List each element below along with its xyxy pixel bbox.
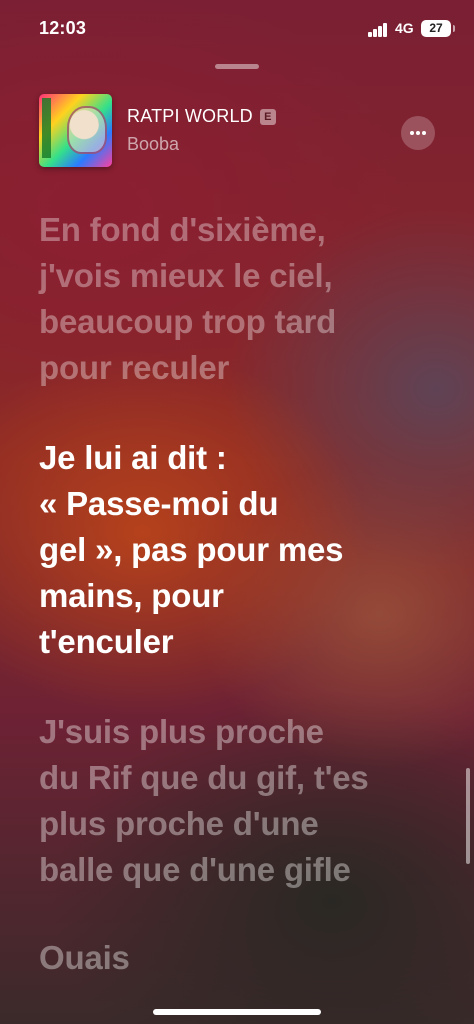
scrollbar[interactable] — [466, 768, 470, 864]
lyric-line-next-2[interactable]: Ouais — [39, 935, 439, 981]
lyric-line-active[interactable]: Je lui ai dit : « Passe-moi du gel », pa… — [39, 435, 439, 665]
lyric-line-next[interactable]: J'suis plus proche du Rif que du gif, t'… — [39, 709, 439, 893]
album-title[interactable]: RATPI WORLD E — [127, 106, 276, 127]
network-type: 4G — [395, 20, 414, 36]
now-playing-header: RATPI WORLD E Booba — [39, 94, 439, 170]
status-bar: 12:03 4G 27 — [0, 0, 474, 56]
album-art-strip — [42, 98, 51, 158]
lyric-line-past[interactable]: En fond d'sixième, j'vois mieux le ciel,… — [39, 207, 439, 391]
ellipsis-icon — [410, 131, 414, 135]
ellipsis-icon-dot — [422, 131, 426, 135]
album-art-skull — [67, 106, 107, 154]
album-artwork[interactable] — [39, 94, 112, 167]
home-indicator[interactable] — [153, 1009, 321, 1015]
ellipsis-icon-dot — [416, 131, 420, 135]
lyrics-view[interactable]: En fond d'sixième, j'vois mieux le ciel,… — [39, 207, 439, 981]
sheet-grabber[interactable] — [215, 64, 259, 69]
battery-icon: 27 — [421, 20, 455, 37]
artist-name[interactable]: Booba — [127, 134, 179, 155]
more-options-button[interactable] — [401, 116, 435, 150]
status-time: 12:03 — [39, 18, 87, 38]
album-title-text: RATPI WORLD — [127, 106, 253, 126]
cellular-signal-icon — [368, 23, 390, 37]
explicit-badge: E — [259, 109, 276, 125]
